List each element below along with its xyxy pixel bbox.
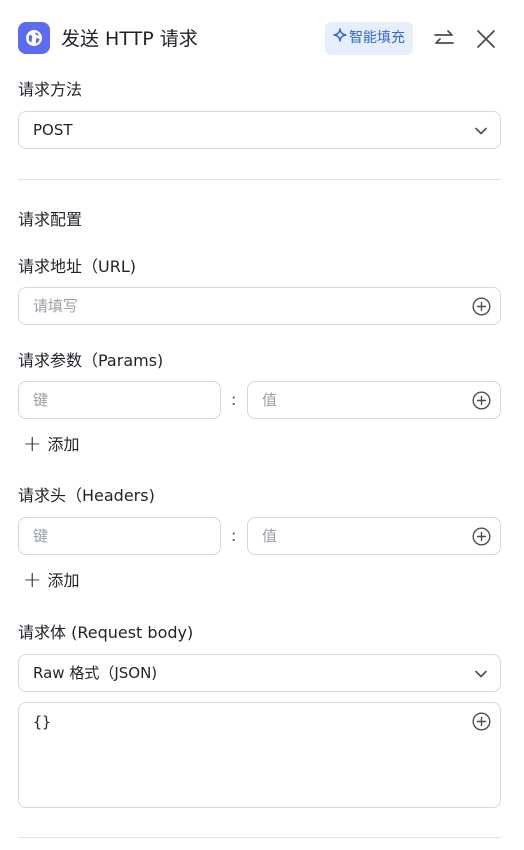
add-circle-icon[interactable] xyxy=(472,297,491,316)
smart-fill-button[interactable]: 智能填充 xyxy=(325,22,413,55)
bottom-divider xyxy=(18,837,501,838)
chevron-down-icon xyxy=(475,127,487,135)
add-circle-icon[interactable] xyxy=(472,527,491,546)
add-param-label: 添加 xyxy=(47,435,80,454)
headers-key-placeholder: 键 xyxy=(33,527,49,545)
config-section-title: 请求配置 xyxy=(18,210,83,229)
params-value-placeholder: 值 xyxy=(262,391,278,409)
smart-fill-label: 智能填充 xyxy=(349,30,405,46)
url-label: 请求地址（URL) xyxy=(18,257,136,276)
plus-icon: + xyxy=(23,568,42,593)
headers-value-input[interactable]: 值 xyxy=(247,517,501,555)
add-header-button[interactable]: + 添加 xyxy=(23,569,79,593)
method-select[interactable]: POST xyxy=(18,111,501,149)
swap-icon[interactable] xyxy=(431,26,457,52)
add-header-label: 添加 xyxy=(47,571,80,590)
headers-value-placeholder: 值 xyxy=(262,527,278,545)
headers-label: 请求头（Headers) xyxy=(18,486,155,505)
globe-icon xyxy=(18,22,50,54)
add-circle-icon[interactable] xyxy=(472,391,491,410)
params-key-placeholder: 键 xyxy=(33,391,49,409)
headers-key-input[interactable]: 键 xyxy=(18,517,221,555)
panel-header: 发送 HTTP 请求 智能填充 xyxy=(18,22,500,56)
method-value: POST xyxy=(33,121,73,139)
params-key-input[interactable]: 键 xyxy=(18,381,221,419)
url-placeholder: 请填写 xyxy=(33,297,79,315)
body-format-value: Raw 格式（JSON) xyxy=(33,664,158,682)
url-input[interactable]: 请填写 xyxy=(18,287,501,325)
params-value-input[interactable]: 值 xyxy=(247,381,501,419)
sparkle-icon xyxy=(333,22,347,55)
page-title: 发送 HTTP 请求 xyxy=(61,28,198,50)
body-format-select[interactable]: Raw 格式（JSON) xyxy=(18,654,501,692)
body-content-editor[interactable]: {} xyxy=(18,702,501,808)
headers-separator: : xyxy=(231,526,237,545)
body-content: {} xyxy=(33,713,52,731)
close-icon[interactable] xyxy=(473,26,499,52)
add-param-button[interactable]: + 添加 xyxy=(23,433,79,457)
params-separator: : xyxy=(231,390,237,409)
add-circle-icon[interactable] xyxy=(472,712,491,731)
chevron-down-icon xyxy=(475,670,487,678)
plus-icon: + xyxy=(23,432,42,457)
body-label: 请求体 (Request body) xyxy=(18,623,194,642)
params-label: 请求参数（Params) xyxy=(18,351,164,370)
method-label: 请求方法 xyxy=(18,80,83,99)
section-divider xyxy=(18,179,501,180)
http-request-panel: 发送 HTTP 请求 智能填充 请求方法 POST 请求配置 请求地址（URL)… xyxy=(0,0,524,850)
